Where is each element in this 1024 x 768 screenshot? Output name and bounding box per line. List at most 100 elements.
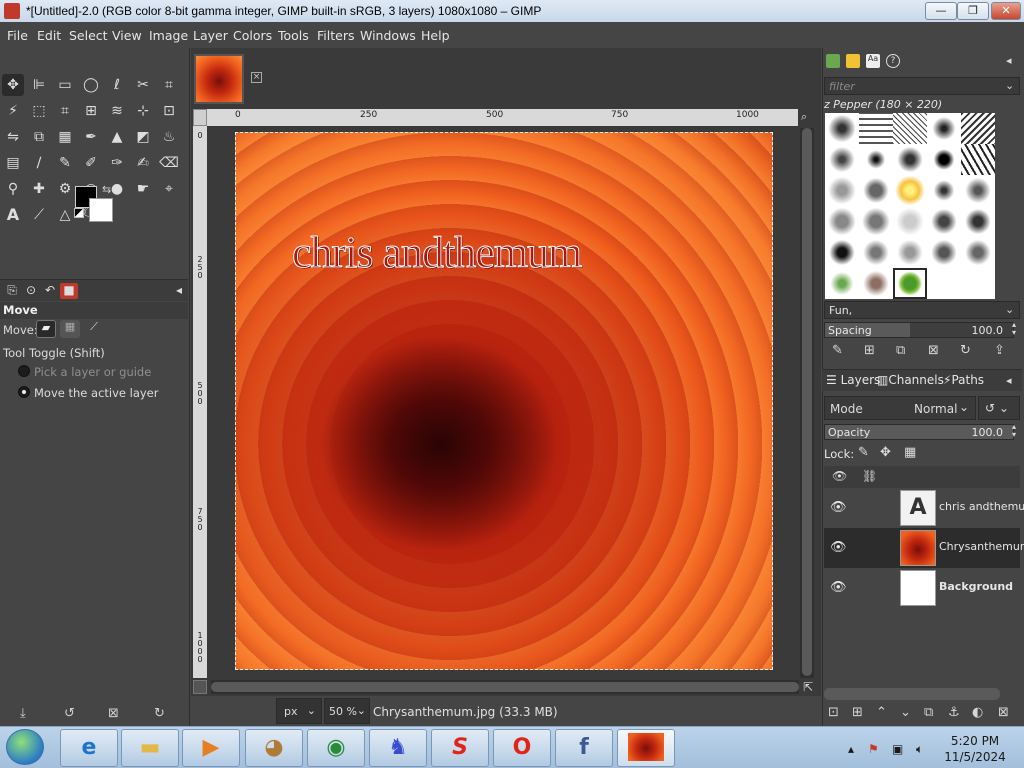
delete-options-icon[interactable]: ⊠ (108, 706, 119, 721)
perspective-tool-icon[interactable]: ⧉ (28, 126, 50, 148)
layer-row-background[interactable]: 👁︎ Background (824, 568, 1020, 608)
canvas-text-layer[interactable]: chris andthemum (291, 227, 582, 278)
raise-layer-icon[interactable]: ⌃ (876, 705, 887, 720)
open-as-image-icon[interactable]: ⇪ (994, 343, 1005, 358)
brush-cell[interactable] (893, 113, 927, 144)
brush-grid[interactable] (825, 113, 995, 299)
lock-position-icon[interactable]: ✥ (880, 445, 891, 460)
minimize-button[interactable]: — (925, 2, 957, 20)
undo-history-tab-icon[interactable]: ↶ (41, 283, 59, 299)
menu-filters[interactable]: Filters (317, 28, 354, 43)
chevron-down-icon[interactable]: ⌄ (1005, 303, 1014, 316)
brush-cell[interactable] (893, 206, 927, 237)
brush-cell[interactable] (961, 237, 995, 268)
configure-tab-icon[interactable]: ◂ (1006, 374, 1012, 387)
layer-mode-select[interactable]: Mode Normal ⌄ (824, 396, 976, 420)
bucket-fill-icon[interactable]: ▲ (106, 126, 128, 148)
paths-tool-icon[interactable]: ✒ (80, 126, 102, 148)
brush-cell[interactable] (927, 175, 961, 206)
chevron-down-icon[interactable]: ⌄ (1005, 79, 1014, 92)
image-tab-thumbnail[interactable] (194, 54, 244, 104)
brush-cell[interactable] (859, 206, 893, 237)
menu-edit[interactable]: Edit (37, 28, 61, 43)
maximize-button[interactable]: ❐ (957, 2, 989, 20)
delete-brush-icon[interactable]: ⊠ (928, 343, 939, 358)
paths-tab[interactable]: ⚡︎Paths (943, 373, 984, 387)
crop-tool-icon[interactable]: ⌗ (54, 100, 76, 122)
quick-mask-toggle[interactable] (193, 680, 207, 694)
clone-tool-icon[interactable]: ⚲ (2, 178, 24, 200)
menu-file[interactable]: File (7, 28, 28, 43)
free-select-icon[interactable]: ℓ (106, 74, 128, 96)
visibility-eye-icon[interactable]: 👁︎ (830, 500, 847, 515)
clock[interactable]: 5:20 PM 11/5/2024 (936, 733, 1014, 765)
eraser-tool-icon[interactable]: ⌫ (158, 152, 180, 174)
horizontal-scrollbar[interactable] (211, 680, 799, 694)
move-selection-mode-icon[interactable]: ▦ (60, 320, 80, 338)
warp-transform-icon[interactable]: ≋ (106, 100, 128, 122)
menu-layer[interactable]: Layer (193, 28, 228, 43)
brush-cell[interactable] (961, 144, 995, 175)
close-image-tab-icon[interactable]: × (251, 72, 262, 83)
default-colors-icon[interactable] (74, 208, 84, 218)
background-color-swatch[interactable] (89, 198, 113, 222)
brush-filter-input[interactable]: filter (824, 77, 1020, 95)
brush-cell[interactable] (859, 175, 893, 206)
layers-hscroll[interactable] (824, 688, 1000, 700)
reset-options-icon[interactable]: ↻ (154, 706, 165, 721)
move-layer-mode-icon[interactable]: ▰ (36, 320, 56, 338)
move-path-mode-icon[interactable]: ⟋ (84, 320, 104, 338)
menu-image[interactable]: Image (149, 28, 188, 43)
close-button[interactable]: ✕ (991, 2, 1021, 20)
patterns-tab-icon[interactable] (846, 54, 860, 68)
lower-layer-icon[interactable]: ⌄ (900, 705, 911, 720)
brush-cell[interactable] (825, 206, 859, 237)
pencil-tool-icon[interactable]: ✎ (54, 152, 76, 174)
heal-tool-icon[interactable]: ✚ (28, 178, 50, 200)
new-layer-icon[interactable]: ⊡ (828, 705, 839, 720)
color-picker-icon[interactable]: ⌖ (158, 178, 180, 200)
duplicate-layer-icon[interactable]: ⧉ (924, 705, 933, 720)
brush-cell[interactable] (825, 144, 859, 175)
ink-tool-icon[interactable]: ✑ (106, 152, 128, 174)
opacity-spinner[interactable]: Opacity 100.0 (824, 424, 1014, 440)
ellipse-select-icon[interactable]: ◯ (80, 74, 102, 96)
brush-cell[interactable] (893, 144, 927, 175)
brush-cell[interactable] (961, 206, 995, 237)
brush-cell[interactable] (893, 237, 927, 268)
unified-transform-icon[interactable]: ⊞ (80, 100, 102, 122)
brush-cell[interactable] (927, 237, 961, 268)
brush-tag-select[interactable]: Fun, (824, 301, 1020, 319)
brush-cell[interactable] (825, 113, 859, 144)
menu-tools[interactable]: Tools (278, 28, 309, 43)
delete-layer-icon[interactable]: ⊠ (998, 705, 1009, 720)
align-tool-icon[interactable]: ⊫ (28, 74, 50, 96)
fuzzy-select-icon[interactable]: ⚡ (2, 100, 24, 122)
move-active-layer-radio[interactable] (18, 386, 30, 398)
move-tool-icon[interactable]: ✥ (2, 74, 24, 96)
layer-row-text[interactable]: 👁︎ A chris andthemum (824, 488, 1024, 528)
restore-options-icon[interactable]: ↺ (64, 706, 75, 721)
menu-view[interactable]: View (112, 28, 142, 43)
channels-tab[interactable]: ▥Channels (877, 373, 944, 387)
anchor-layer-icon[interactable]: ⚓︎ (948, 705, 960, 720)
brush-cell[interactable] (825, 237, 859, 268)
brushes-tab-icon[interactable] (826, 54, 840, 68)
tray-expand-icon[interactable]: ▴ (848, 742, 854, 756)
scissors-select-icon[interactable]: ✂ (132, 74, 154, 96)
paintbrush-tool-icon[interactable]: ∕ (28, 152, 50, 174)
by-color-select-icon[interactable]: ⬚ (28, 100, 50, 122)
swap-colors-icon[interactable]: ⇆ (102, 183, 111, 196)
cage-transform-icon[interactable]: ⊡ (158, 100, 180, 122)
unit-select[interactable]: px ⌄ (276, 698, 322, 724)
navigate-icon[interactable]: ⇱ (803, 680, 813, 694)
foreground-select-icon[interactable]: ⌗ (158, 74, 180, 96)
text-tool-icon[interactable]: ▤ (2, 152, 24, 174)
spinner-arrows-icon[interactable]: ▴ ▾ (1012, 423, 1016, 439)
rect-select-icon[interactable]: ▭ (54, 74, 76, 96)
new-group-icon[interactable]: ⊞ (852, 705, 863, 720)
network-icon[interactable]: ▣ (892, 742, 903, 756)
edit-brush-icon[interactable]: ✎ (832, 343, 843, 358)
menu-windows[interactable]: Windows (360, 28, 416, 43)
fonts-tab-icon[interactable]: Aa (866, 54, 880, 68)
